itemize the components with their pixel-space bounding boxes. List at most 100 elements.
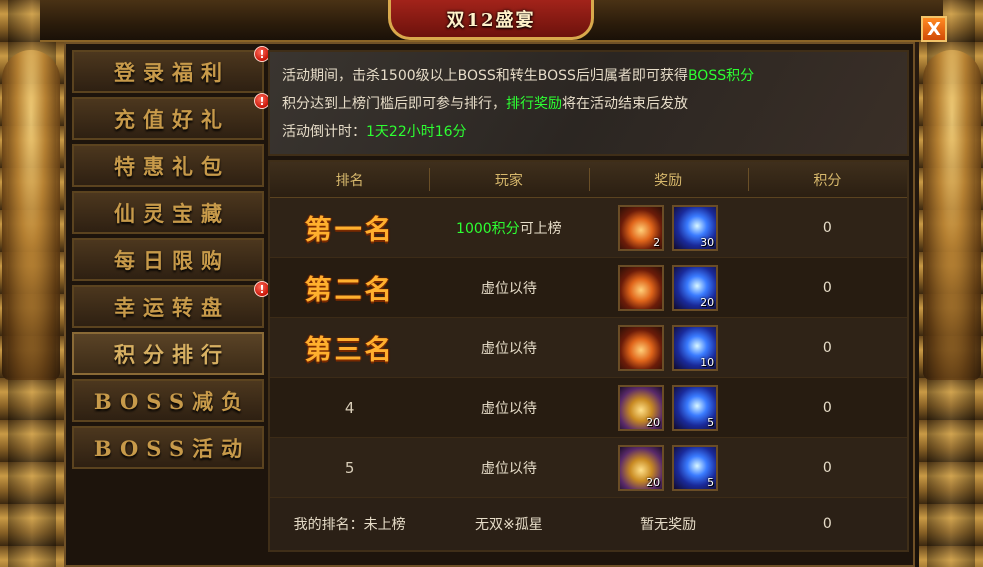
score-cell: 0 [822,399,832,416]
player-cell: 虚位以待 [429,258,588,317]
menu-label: 每日限购 [114,247,230,273]
reward-cell: 2 30 [589,198,748,257]
player-cell: 虚位以待 [429,438,588,497]
boss-points-highlight: BOSS积分 [687,68,755,84]
rank-title: 第二名 [304,275,395,306]
player-name: 可上榜 [519,220,562,237]
item-count: 20 [700,295,715,309]
close-button[interactable]: X [921,16,947,42]
menu-label: BOSS减负 [93,388,251,414]
menu-item-recharge-gifts[interactable]: 充值好礼 ! [72,93,270,140]
my-reward: 暂无奖励 [640,517,697,533]
reward-cell: 20 5 [589,378,748,437]
header-rank: 排名 [335,172,364,189]
info-text: 活动期间，击杀1500级以上BOSS和转生BOSS后归属者即可获得 [282,68,688,84]
menu-item-login-benefits[interactable]: 登录福利 ! [72,46,270,93]
info-line-2: 积分达到上榜门槛后即可参与排行，排行奖励将在活动结束后发放 [282,90,895,118]
table-row: 第一名 1000积分 可上榜 2 30 0 [270,198,907,258]
header-score: 积分 [747,162,907,197]
rank-cell: 5 [270,438,429,497]
table-row: 第二名 虚位以待 20 0 [270,258,907,318]
rank-title: 第一名 [304,215,395,246]
event-info-box: 活动期间，击杀1500级以上BOSS和转生BOSS后归属者即可获得BOSS积分 … [268,50,909,156]
player-cell: 1000积分 可上榜 [429,198,588,257]
reward-items: 2 30 [618,204,719,251]
player-cell: 虚位以待 [429,378,588,437]
item-count: 5 [707,415,715,429]
item-count: 20 [646,415,661,429]
countdown-value: 1天22小时16分 [366,124,467,140]
header-reward: 奖励 [588,162,748,197]
title-plate: 双12盛宴 [388,0,594,40]
potion-icon[interactable]: 2 [618,204,665,251]
menu-label: 积分排行 [114,341,230,367]
table-row: 5 虚位以待 20 5 0 [270,438,907,498]
table-header: 排名 玩家 奖励 积分 [270,162,907,198]
crystal-icon[interactable]: 30 [672,204,719,251]
reward-cell: 20 5 [589,438,748,497]
crystal-icon[interactable]: 5 [672,384,719,431]
my-player-name: 无双※孤星 [475,517,543,533]
menu-item-lucky-wheel[interactable]: 幸运转盘 ! [72,281,270,328]
rank-cell: 第二名 [270,258,429,317]
item-count: 2 [653,235,661,249]
menu-item-boss-reduction[interactable]: BOSS减负 [72,379,264,422]
countdown-label: 活动倒计时： [282,124,366,140]
player-name: 虚位以待 [480,280,537,297]
menu-label: BOSS活动 [93,435,251,461]
menu-item-points-ranking[interactable]: 积分排行 [72,332,264,375]
reward-items: 20 [618,264,719,311]
table-row: 第三名 虚位以待 10 0 [270,318,907,378]
menu-item-boss-event[interactable]: BOSS活动 [72,426,264,469]
reward-items: 20 5 [618,384,719,431]
right-guardian-statue [923,50,981,380]
rank-cell: 第三名 [270,318,429,377]
info-line-1: 活动期间，击杀1500级以上BOSS和转生BOSS后归属者即可获得BOSS积分 [282,62,895,90]
item-count: 20 [646,475,661,489]
crystal-icon[interactable]: 20 [672,264,719,311]
item-count: 30 [700,235,715,249]
reward-items: 20 5 [618,444,719,491]
table-body: 第一名 1000积分 可上榜 2 30 0 第二名 虚位以待 20 0 第三名 … [270,198,907,498]
info-text: 积分达到上榜门槛后即可参与排行， [282,96,506,112]
header-player: 玩家 [429,162,588,197]
left-guardian-statue [2,50,60,380]
ranking-content: 活动期间，击杀1500级以上BOSS和转生BOSS后归属者即可获得BOSS积分 … [268,50,909,561]
menu-label: 充值好礼 [114,106,230,132]
rank-cell: 第一名 [270,198,429,257]
my-rank-footer: 我的排名：未上榜 无双※孤星 暂无奖励 0 [270,498,907,550]
score-cell: 0 [822,219,832,236]
menu-item-daily-limited[interactable]: 每日限购 [72,238,264,281]
menu-item-special-packs[interactable]: 特惠礼包 [72,144,264,187]
menu-label: 登录福利 [114,59,230,85]
reward-cell: 10 [589,318,748,377]
crystal-icon[interactable]: 5 [672,444,719,491]
threshold-points: 1000积分 [456,220,520,237]
reward-items: 10 [618,324,719,371]
potion-icon[interactable] [618,264,665,311]
ranking-table: 排名 玩家 奖励 积分 第一名 1000积分 可上榜 2 30 0 第二名 虚位… [268,160,909,552]
potion-icon[interactable] [618,324,665,371]
item-count: 5 [707,475,715,489]
info-line-3: 活动倒计时：1天22小时16分 [282,118,895,146]
item-count: 10 [700,355,715,369]
crystal-icon[interactable]: 10 [672,324,719,371]
my-score: 0 [822,516,832,532]
main-panel: 登录福利 ! 充值好礼 ! 特惠礼包 仙灵宝藏 每日限购 幸运转盘 ! 积分排行 [64,42,915,567]
menu-item-spirit-treasure[interactable]: 仙灵宝藏 [72,191,264,234]
rank-cell: 4 [270,378,429,437]
score-cell: 0 [822,459,832,476]
player-name: 虚位以待 [480,460,537,477]
menu-label: 幸运转盘 [114,294,230,320]
menu-label: 特惠礼包 [114,153,230,179]
game-window-frame: 双12盛宴 X 登录福利 ! 充值好礼 ! 特惠礼包 仙灵宝藏 每日限购 幸运转… [0,0,983,567]
side-menu: 登录福利 ! 充值好礼 ! 特惠礼包 仙灵宝藏 每日限购 幸运转盘 ! 积分排行 [72,46,270,473]
treasure-chest-icon[interactable]: 20 [618,384,665,431]
ranking-rewards-highlight: 排行奖励 [506,96,562,112]
rank-title: 第三名 [304,335,395,366]
player-cell: 虚位以待 [429,318,588,377]
score-cell: 0 [822,339,832,356]
treasure-chest-icon[interactable]: 20 [618,444,665,491]
reward-cell: 20 [589,258,748,317]
menu-label: 仙灵宝藏 [114,200,230,226]
